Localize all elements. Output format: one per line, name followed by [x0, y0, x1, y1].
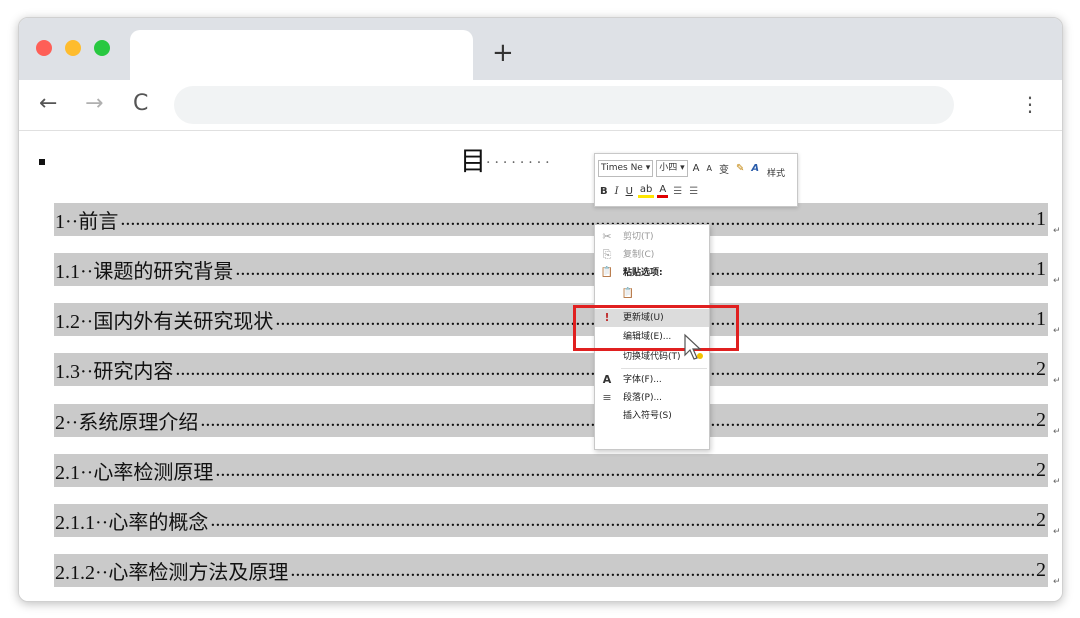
toc-page-number: 2	[1036, 459, 1046, 481]
font-icon: A	[602, 373, 612, 386]
underline-button[interactable]: U	[624, 186, 635, 197]
highlight-callout-box	[573, 305, 739, 351]
paragraph-icon: ≡	[602, 391, 612, 404]
toc-page-number: 2	[1036, 409, 1046, 431]
menu-item-label: 插入符号(S)	[623, 411, 672, 421]
address-bar[interactable]	[174, 86, 954, 124]
paragraph-bullet	[39, 159, 45, 165]
toc-heading-text: 目	[460, 147, 487, 177]
maximize-window-button[interactable]	[94, 40, 110, 56]
toc-page-number: 1	[1036, 208, 1046, 230]
toc-row[interactable]: 1.2··国内外有关研究现状 .........................…	[54, 303, 1048, 336]
toc-page-number: 1	[1036, 308, 1046, 330]
reload-icon[interactable]: C	[133, 90, 148, 118]
paragraph-mark: ↵	[1053, 326, 1061, 336]
toc-row[interactable]: 1.3··研究内容 ..............................…	[54, 353, 1048, 386]
paragraph-mark: ↵	[1053, 226, 1061, 236]
menu-item-font[interactable]: A 字体(F)...	[595, 371, 709, 389]
toc-page-number: 2	[1036, 559, 1046, 581]
toc-page-number: 1	[1036, 258, 1046, 280]
close-window-button[interactable]	[36, 40, 52, 56]
styles-button[interactable]: 样式	[767, 166, 785, 179]
back-icon[interactable]: ←	[39, 90, 57, 118]
bold-button[interactable]: B	[598, 186, 610, 197]
shrink-font-icon[interactable]: A	[704, 164, 713, 173]
toc-heading-dots: ········	[486, 155, 554, 171]
menu-item-label: 剪切(T)	[623, 232, 654, 242]
format-painter-icon[interactable]: ✎	[734, 163, 746, 174]
paragraph-mark: ↵	[1053, 577, 1061, 587]
paste-keep-text-icon: 📋	[621, 288, 635, 299]
paragraph-mark: ↵	[1053, 276, 1061, 286]
browser-tab[interactable]	[130, 30, 473, 80]
menu-item-paste-keep-text[interactable]: 📋	[595, 285, 709, 303]
toc-row[interactable]: 2··系统原理介绍 ..............................…	[54, 404, 1048, 437]
mouse-cursor-icon	[684, 333, 703, 360]
cut-icon: ✂	[602, 230, 612, 243]
toc-entry-title: 1.3··研究内容	[55, 361, 174, 383]
toc-leader: ........................................…	[290, 559, 1034, 581]
phonetic-guide-icon[interactable]: 变	[717, 161, 731, 176]
font-size-select[interactable]: 小四 ▾	[656, 159, 688, 177]
menu-item-paragraph[interactable]: ≡ 段落(P)...	[595, 389, 709, 407]
font-name-select[interactable]: Times Ne ▾	[598, 159, 654, 177]
toc-entry-title: 2.1.2··心率检测方法及原理	[55, 562, 289, 584]
toc-page-number: 2	[1036, 509, 1046, 531]
menu-item-insert-symbol[interactable]: 插入符号(S)	[595, 407, 709, 425]
styles-icon[interactable]: A	[749, 163, 761, 174]
browser-window: + ← → C ⋮ 目········ 1··前言 ..............…	[18, 17, 1063, 602]
toc-leader: ........................................…	[210, 509, 1034, 531]
menu-item-label: 字体(F)...	[623, 375, 662, 385]
toc-row[interactable]: 2.1.1··心率的概念 ...........................…	[54, 504, 1048, 537]
toc-row[interactable]: 1··前言 ..................................…	[54, 203, 1048, 236]
bullets-icon[interactable]: ☰	[671, 186, 684, 197]
mini-toolbar-row-2: B I U ab A ☰ ☰	[598, 181, 700, 201]
grow-font-icon[interactable]: A	[691, 163, 702, 174]
mini-toolbar-row-1: Times Ne ▾ 小四 ▾ A A 变 ✎ A	[598, 158, 761, 178]
toc-row[interactable]: 2.1.2··心率检测方法及原理 .......................…	[54, 554, 1048, 587]
toc-entry-title: 2.1··心率检测原理	[55, 462, 214, 484]
highlight-icon[interactable]: ab	[637, 184, 655, 198]
paragraph-mark: ↵	[1053, 527, 1061, 537]
title-bar: +	[19, 18, 1062, 80]
forward-icon[interactable]: →	[85, 90, 103, 118]
toc-leader: ........................................…	[215, 459, 1034, 481]
document-area[interactable]: 目········ 1··前言 ........................…	[19, 131, 1062, 601]
paragraph-mark: ↵	[1053, 477, 1061, 487]
toc-heading: 目········	[460, 141, 554, 178]
paragraph-mark: ↵	[1053, 427, 1061, 437]
toc-page-number: 2	[1036, 358, 1046, 380]
font-color-icon[interactable]: A	[657, 184, 669, 198]
italic-button[interactable]: I	[613, 186, 621, 197]
menu-item-copy[interactable]: ⎘ 复制(C)	[595, 246, 709, 264]
toc-entry-title: 1.2··国内外有关研究现状	[55, 311, 274, 333]
menu-item-label: 粘贴选项:	[623, 268, 663, 278]
toc-leader: ........................................…	[120, 208, 1034, 230]
toc-entry-title: 1.1··课题的研究背景	[55, 261, 234, 283]
toc-row[interactable]: 1.1··课题的研究背景 ...........................…	[54, 253, 1048, 286]
mini-toolbar: Times Ne ▾ 小四 ▾ A A 变 ✎ A B I U ab A ☰ ☰…	[594, 153, 798, 207]
copy-icon: ⎘	[602, 248, 612, 261]
menu-item-cut[interactable]: ✂ 剪切(T)	[595, 228, 709, 246]
toc-entry-title: 1··前言	[55, 211, 119, 233]
menu-item-label: 复制(C)	[623, 250, 655, 260]
new-tab-button[interactable]: +	[492, 40, 514, 66]
paste-icon: 📋	[600, 267, 614, 278]
toc-row[interactable]: 2.1··心率检测原理 ............................…	[54, 454, 1048, 487]
paragraph-mark: ↵	[1053, 376, 1061, 386]
toc-entry-title: 2··系统原理介绍	[55, 412, 199, 434]
minimize-window-button[interactable]	[65, 40, 81, 56]
browser-toolbar: ← → C ⋮	[19, 80, 1062, 131]
menu-icon[interactable]: ⋮	[1020, 92, 1040, 116]
numbering-icon[interactable]: ☰	[687, 186, 700, 197]
menu-separator	[621, 368, 707, 369]
toc-entry-title: 2.1.1··心率的概念	[55, 512, 209, 534]
menu-item-paste-options: 📋 粘贴选项:	[595, 264, 709, 282]
menu-item-label: 段落(P)...	[623, 393, 663, 403]
